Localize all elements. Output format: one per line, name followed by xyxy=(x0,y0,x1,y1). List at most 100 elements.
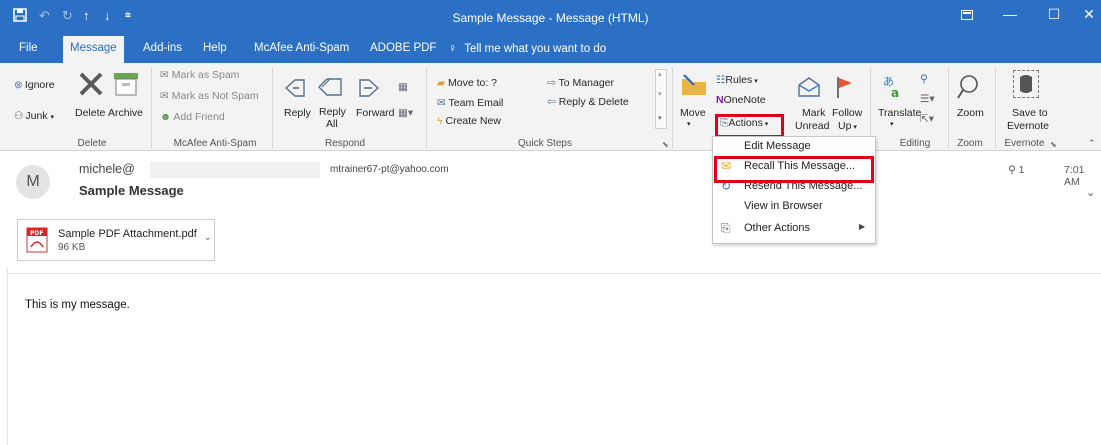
received-time: 7:01 AM xyxy=(1064,164,1085,188)
save-to-evernote-label-1[interactable]: Save to xyxy=(1012,107,1048,119)
group-separator xyxy=(995,67,996,149)
group-separator xyxy=(272,67,273,149)
reply-delete-quick-step[interactable]: ⇦ Reply & Delete xyxy=(547,96,629,108)
expand-gallery-icon[interactable]: ▾ xyxy=(658,114,662,122)
follow-up-button[interactable]: Up ▾ xyxy=(838,120,857,132)
reply-all-button[interactable]: Reply xyxy=(319,106,346,118)
quick-steps-scrollbar[interactable]: ▴ ▾ ▾ xyxy=(655,69,667,129)
body-left-edge xyxy=(7,268,8,445)
onenote-button[interactable]: NOneNote xyxy=(716,94,766,106)
tab-add-ins[interactable]: Add-ins xyxy=(136,36,189,63)
move-to-quick-step[interactable]: ▰ Move to: ? xyxy=(437,77,497,89)
editing-group-label: Editing xyxy=(899,138,931,149)
mark-as-spam-button[interactable]: ✉ Mark as Spam xyxy=(160,69,239,81)
mark-unread-icon xyxy=(797,76,821,101)
find-icon[interactable]: ⚲ xyxy=(920,73,928,85)
minimize-icon[interactable]: — xyxy=(988,0,1032,30)
mark-as-not-spam-button[interactable]: ✉ Mark as Not Spam xyxy=(160,90,259,102)
mark-unread-label-1[interactable]: Mark xyxy=(802,107,825,119)
create-new-quick-step[interactable]: ϟ Create New xyxy=(437,115,501,127)
junk-icon: ⚇ xyxy=(14,110,24,122)
reply-delete-icon: ⇦ xyxy=(547,96,556,108)
more-respond-icon[interactable]: ▦▾ xyxy=(398,107,413,119)
mark-unread-label-2[interactable]: Unread xyxy=(795,120,829,132)
onenote-icon: N xyxy=(716,94,724,106)
reply-icon xyxy=(284,77,306,102)
close-icon[interactable]: ✕ xyxy=(1067,0,1101,30)
move-chevron-icon: ▾ xyxy=(687,121,691,128)
tell-me-label: Tell me what you want to do xyxy=(464,43,607,55)
zoom-button[interactable]: Zoom xyxy=(957,107,984,119)
not-spam-icon: ✉ xyxy=(160,90,169,102)
zoom-icon xyxy=(957,74,981,103)
actions-menu: Edit Message ✉ Recall This Message... ↻ … xyxy=(712,136,876,244)
tab-help[interactable]: Help xyxy=(196,36,234,63)
team-email-quick-step[interactable]: ✉ Team Email xyxy=(437,97,503,109)
chevron-down-icon: ▾ xyxy=(50,114,55,121)
message-header xyxy=(0,151,1101,209)
tab-message[interactable]: Message xyxy=(63,36,124,63)
flag-icon xyxy=(835,75,855,102)
evernote-group-label: Evernote xyxy=(1004,138,1045,149)
lightbulb-icon: ♀ xyxy=(448,41,457,55)
translate-button[interactable]: Translate xyxy=(878,107,921,119)
add-friend-icon: ☻ xyxy=(160,111,172,123)
select-icon[interactable]: ⇱▾ xyxy=(920,113,934,125)
quick-steps-group-label: Quick Steps xyxy=(518,138,572,149)
message-body: This is my message. xyxy=(25,299,130,311)
menu-item-label: Other Actions xyxy=(744,222,811,234)
forward-button[interactable]: Forward xyxy=(356,107,395,119)
menu-item-label: Edit Message xyxy=(744,140,811,152)
collapse-ribbon-icon[interactable]: ⌃ xyxy=(1088,138,1096,149)
paperclip-icon: ⚲ xyxy=(1008,164,1016,176)
ribbon-display-icon[interactable] xyxy=(945,0,989,30)
translate-icon: あa xyxy=(883,73,909,102)
related-icon[interactable]: ☰▾ xyxy=(920,93,935,105)
ignore-button[interactable]: ⊗ Ignore xyxy=(14,79,55,91)
delete-group-label: Delete xyxy=(77,138,107,149)
tab-mcafee-anti-spam[interactable]: McAfee Anti-Spam xyxy=(247,36,356,63)
tab-file[interactable]: File xyxy=(12,36,45,63)
junk-button[interactable]: ⚇ Junk ▾ xyxy=(14,110,54,122)
to-manager-quick-step[interactable]: ⇨ To Manager xyxy=(547,77,614,89)
evernote-launcher-icon[interactable]: ⬊ xyxy=(1050,140,1057,149)
reply-all-label-2: All xyxy=(326,118,338,130)
scroll-up-icon[interactable]: ▴ xyxy=(658,70,662,78)
menu-item-other-actions[interactable]: ⎘ Other Actions ▶ xyxy=(713,219,875,239)
follow-up-label-1[interactable]: Follow xyxy=(832,107,862,119)
move-icon xyxy=(680,73,708,100)
meeting-icon[interactable]: ▦ xyxy=(398,81,408,93)
add-friend-button[interactable]: ☻ Add Friend xyxy=(160,111,225,123)
rules-button[interactable]: ☷Rules ▾ xyxy=(716,74,758,86)
actions-highlight xyxy=(715,114,784,138)
archive-button[interactable]: Archive xyxy=(108,107,143,119)
recall-highlight xyxy=(714,156,874,183)
sender-redaction xyxy=(150,162,320,178)
zoom-group-label: Zoom xyxy=(957,138,983,149)
attachment-name: Sample PDF Attachment.pdf xyxy=(58,228,197,240)
recipient[interactable]: mtrainer67-pt@yahoo.com xyxy=(330,164,449,175)
tell-me-box[interactable]: ♀ Tell me what you want to do xyxy=(448,36,606,63)
sender-name[interactable]: michele@ xyxy=(79,162,135,176)
scroll-down-icon[interactable]: ▾ xyxy=(658,90,662,98)
group-separator xyxy=(426,67,427,149)
group-separator xyxy=(151,67,152,149)
quick-steps-launcher-icon[interactable]: ⬊ xyxy=(662,140,669,149)
svg-text:PDF: PDF xyxy=(30,230,43,237)
delete-icon xyxy=(78,71,104,100)
attachment-menu-icon[interactable]: ⌄ xyxy=(204,232,212,243)
menu-item-view-in-browser[interactable]: View in Browser xyxy=(713,197,875,217)
attachment-count: ⚲ 1 xyxy=(1008,164,1025,176)
forward-mail-icon: ⇨ xyxy=(547,77,556,89)
expand-header-icon[interactable]: ⌄ xyxy=(1086,186,1095,199)
delete-button[interactable]: Delete xyxy=(75,107,105,119)
group-separator xyxy=(948,67,949,149)
evernote-icon xyxy=(1013,70,1039,98)
ribbon: ⊗ Ignore ⚇ Junk ▾ Delete Archive Delete ✉ … xyxy=(0,63,1101,151)
reply-button[interactable]: Reply xyxy=(284,107,311,119)
menu-item-edit-message[interactable]: Edit Message xyxy=(713,137,875,157)
save-to-evernote-label-2[interactable]: Evernote xyxy=(1007,120,1049,132)
attachment-card[interactable]: PDF Sample PDF Attachment.pdf 96 KB ⌄ xyxy=(17,219,215,261)
tab-adobe-pdf[interactable]: ADOBE PDF xyxy=(363,36,443,63)
move-button[interactable]: Move xyxy=(680,107,706,119)
